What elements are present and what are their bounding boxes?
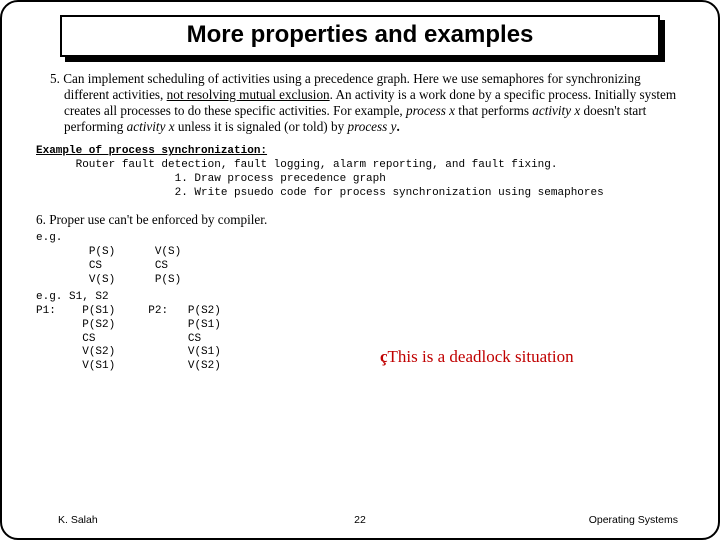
title-box: More properties and examples — [60, 15, 660, 57]
point5-end: . — [396, 119, 399, 134]
eg1-c2-l2: CS — [155, 260, 168, 272]
slide-title: More properties and examples — [62, 21, 658, 49]
footer-author: K. Salah — [58, 514, 98, 526]
slide-footer: K. Salah 22 Operating Systems — [2, 514, 718, 526]
eg1-c2-l1: V(S) — [155, 246, 181, 258]
eg1-c1-l2: CS — [89, 260, 102, 272]
eg1-label: e.g. — [36, 232, 62, 244]
p2-l5: V(S2) — [188, 360, 221, 372]
p1-l3: CS — [82, 333, 95, 345]
left-arrow-icon: ç — [380, 347, 388, 366]
point5-underlined: not resolving mutual exclusion — [167, 87, 330, 102]
eg1-c2-l3: P(S) — [155, 274, 181, 286]
example-item1: 1. Draw process precedence graph — [175, 173, 386, 185]
eg2-block: P1: P(S1) P2: P(S2) P(S2) P(S1) CS CS V(… — [36, 305, 684, 374]
point5-activity-x2: activity x — [127, 119, 175, 134]
slide-frame: More properties and examples 5. Can impl… — [0, 0, 720, 540]
example-item2: 2. Write psuedo code for process synchro… — [175, 187, 604, 199]
eg1-c1-l1: P(S) — [89, 246, 115, 258]
point5-rest4: unless it is signaled (or told) by — [175, 119, 348, 134]
p1-l1: P(S1) — [82, 305, 115, 317]
p1-label: P1: — [36, 305, 56, 317]
point5-rest2: that performs — [455, 103, 532, 118]
p2-label: P2: — [148, 305, 168, 317]
deadlock-row: P1: P(S1) P2: P(S2) P(S2) P(S1) CS CS V(… — [30, 305, 690, 374]
point-6: 6. Proper use can't be enforced by compi… — [36, 212, 684, 228]
eg1-c1-l3: V(S) — [89, 274, 115, 286]
p1-l2: P(S2) — [82, 319, 115, 331]
deadlock-callout: çThis is a deadlock situation — [380, 347, 574, 367]
callout-text: This is a deadlock situation — [388, 347, 574, 366]
p1-l5: V(S1) — [82, 360, 115, 372]
p1-l4: V(S2) — [82, 346, 115, 358]
example-line1: Router fault detection, fault logging, a… — [76, 159, 558, 171]
title-container: More properties and examples — [60, 15, 660, 57]
example-block: Example of process synchronization: Rout… — [36, 145, 684, 200]
footer-page-number: 22 — [354, 514, 366, 526]
p2-l1: P(S2) — [188, 305, 221, 317]
point5-activity-x: activity x — [532, 103, 580, 118]
eg2-label-line: e.g. S1, S2 — [36, 291, 684, 305]
p2-l2: P(S1) — [188, 319, 221, 331]
p2-l3: CS — [188, 333, 201, 345]
p2-l4: V(S1) — [188, 346, 221, 358]
point-5: 5. Can implement scheduling of activitie… — [36, 71, 684, 135]
eg1-block: e.g. P(S) V(S) CS CS V(S) P(S) — [36, 232, 684, 287]
point5-process-x: process x — [406, 103, 455, 118]
point5-lead: 5. Can implement scheduling of activitie… — [50, 71, 413, 86]
point5-process-y: process y — [347, 119, 396, 134]
example-heading: Example of process synchronization: — [36, 145, 267, 157]
footer-course: Operating Systems — [589, 514, 678, 526]
